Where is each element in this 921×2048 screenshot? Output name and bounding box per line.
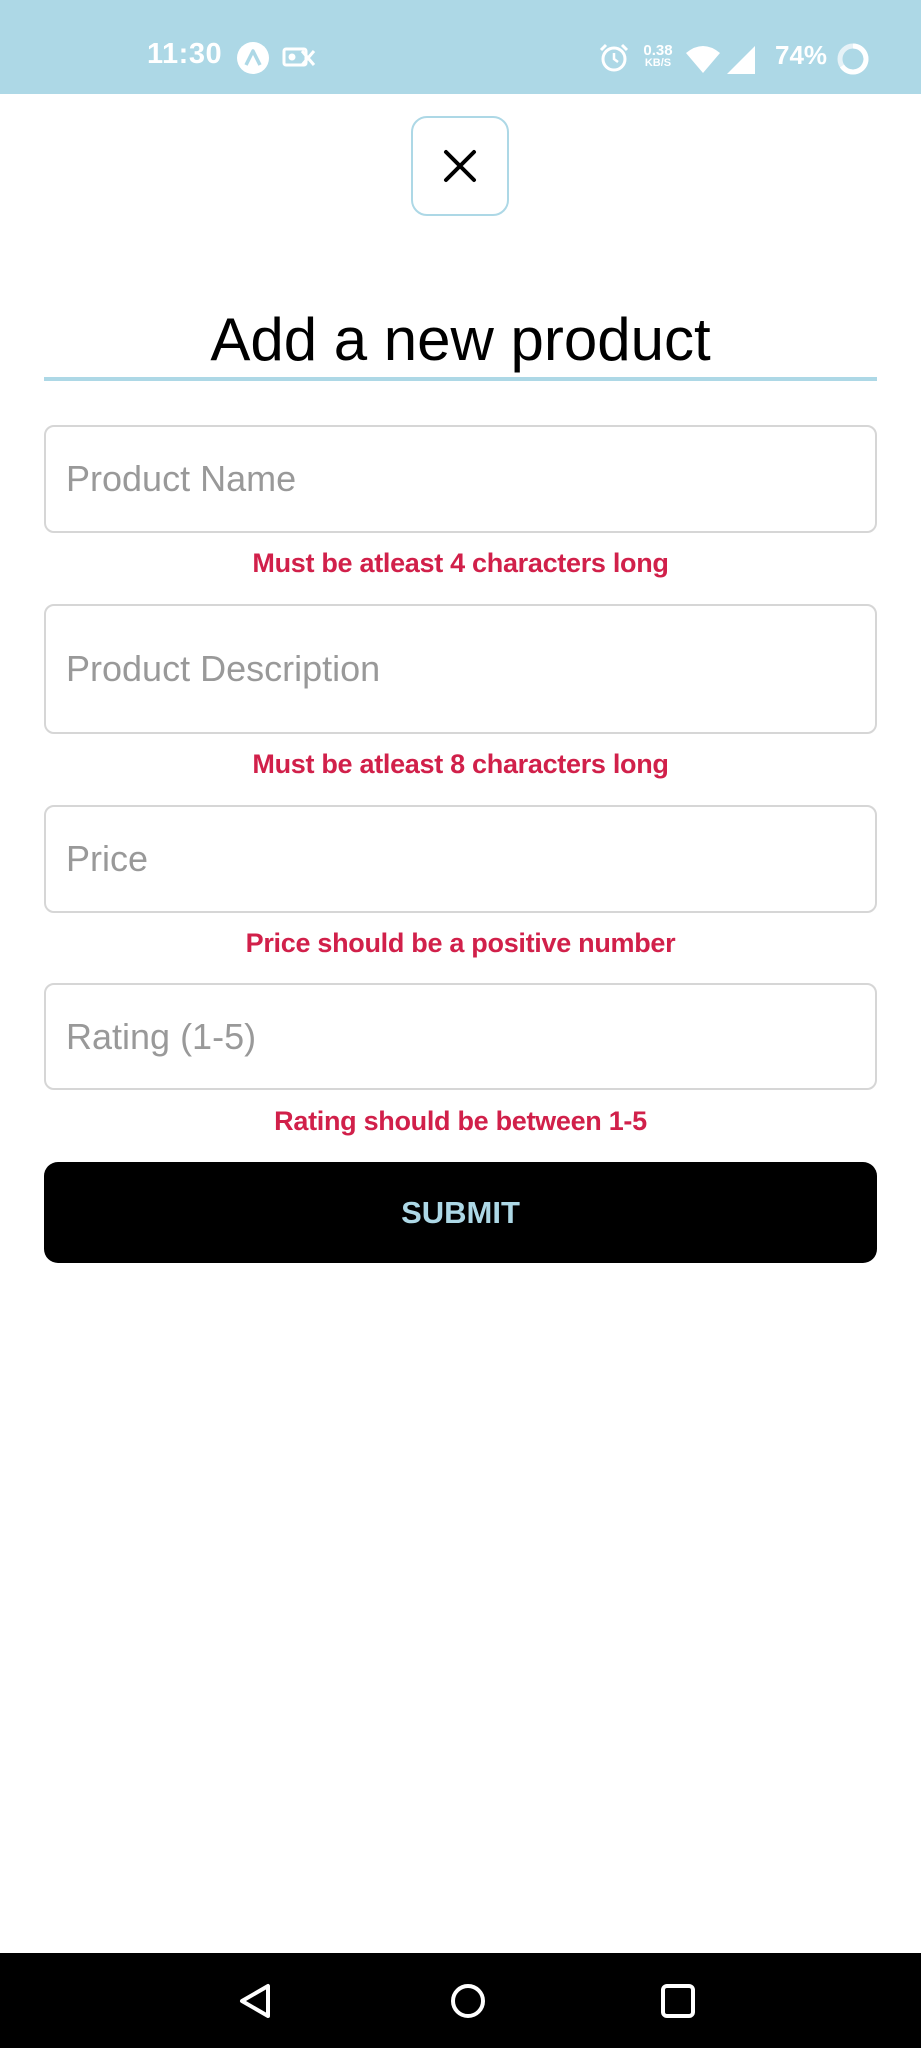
product-name-input[interactable]: [44, 425, 877, 533]
price-input[interactable]: [44, 805, 877, 913]
network-speed: 0.38 KB/S: [643, 42, 673, 69]
navigation-bar: [0, 1953, 921, 2048]
close-button[interactable]: [411, 116, 509, 216]
home-button[interactable]: [440, 1973, 496, 2029]
product-description-error: Must be atleast 8 characters long: [252, 749, 669, 779]
home-icon: [451, 1984, 485, 2018]
recents-icon: [661, 1984, 695, 2018]
product-description-input[interactable]: [44, 604, 877, 734]
rating-error: Rating should be between 1-5: [274, 1106, 647, 1136]
back-button[interactable]: [228, 1973, 284, 2029]
recents-button[interactable]: [650, 1973, 706, 2029]
rating-input[interactable]: [44, 983, 877, 1090]
product-name-error: Must be atleast 4 characters long: [252, 548, 669, 578]
add-product-screen: 11:30 0.38 KB/S 74% Add a new product Pr…: [0, 0, 921, 2048]
alarm-icon: [598, 42, 630, 74]
cast-icon: [282, 43, 316, 73]
app-a-icon: [236, 41, 270, 75]
close-icon: [444, 150, 476, 182]
signal-icon: [726, 45, 756, 75]
title-underline: [44, 377, 877, 381]
submit-button[interactable]: SUBMIT: [44, 1162, 877, 1263]
status-time: 11:30: [147, 38, 223, 70]
wifi-icon: [685, 44, 721, 74]
back-icon: [240, 1984, 270, 2018]
page-title: Add a new product: [210, 306, 711, 373]
battery-ring-icon: [836, 42, 870, 76]
status-bar: 11:30 0.38 KB/S 74%: [0, 0, 921, 94]
price-error: Price should be a positive number: [245, 928, 676, 958]
battery-percent: 74%: [775, 40, 828, 70]
